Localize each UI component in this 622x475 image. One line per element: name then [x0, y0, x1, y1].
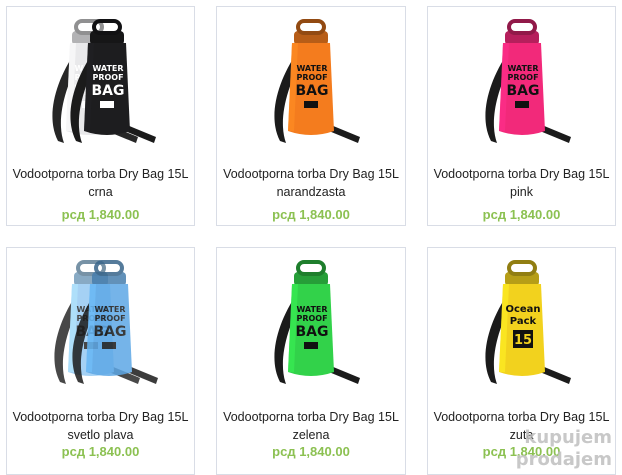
- bag-print-text: BAG: [296, 83, 329, 99]
- product-price: рсд 1,840.00: [482, 207, 561, 222]
- bag-illustration: OceanPack 15: [484, 260, 571, 384]
- product-card[interactable]: WATER PROOF BAG Vodootporna torba Dry Bag …: [427, 6, 616, 226]
- product-title-line: Vodootporna torba Dry Bag 15L: [223, 167, 399, 181]
- product-price: рсд 1,840.00: [272, 207, 350, 222]
- product-image[interactable]: WATER PROOF BAG: [217, 254, 405, 392]
- product-title[interactable]: Vodootporna torba Dry Bag 15L pink: [428, 165, 615, 201]
- bag-print-text: WATER: [92, 64, 123, 73]
- product-card[interactable]: WATERPROOFBAGWATERPROOFBAG Vodootporna t…: [6, 247, 195, 475]
- product-title[interactable]: Vodootporna torba Dry Bag 15L zelena: [217, 408, 405, 444]
- bag-print-text: BAG: [91, 83, 124, 99]
- product-color-label: zuta: [509, 428, 534, 442]
- product-card[interactable]: WATER PROOF BAG Vodootporna torba Dry Bag …: [216, 6, 406, 226]
- product-price: рсд 1,840.00: [482, 444, 561, 459]
- product-title[interactable]: Vodootporna torba Dry Bag 15L zuta: [428, 408, 615, 444]
- product-price: рсд 1,840.00: [61, 444, 140, 459]
- bag-print-box: [514, 101, 529, 108]
- product-title[interactable]: Vodootporna torba Dry Bag 15L svetlo pla…: [7, 408, 194, 444]
- bag-graphic: OceanPack 15: [484, 260, 571, 384]
- bag-illustration: WATERPROOFBAGWATERPROOFBAG: [53, 260, 158, 384]
- product-image[interactable]: Ocean Pack 15: [428, 254, 615, 392]
- product-card[interactable]: WATERPROOFBAGWATERPROOFBAG Vodootporna t…: [6, 6, 195, 226]
- product-title-line: Vodootporna torba Dry Bag 15L: [223, 410, 399, 424]
- product-price: рсд 1,840.00: [61, 207, 140, 222]
- product-title-line: Vodootporna torba Dry Bag 15L: [12, 167, 189, 181]
- product-title-line: Vodootporna torba Dry Bag 15L: [433, 167, 610, 181]
- bag-print-box: [99, 101, 114, 108]
- bag-print-box: [304, 342, 318, 349]
- bag-illustration: WATERPROOFBAGWATERPROOFBAG: [51, 19, 156, 143]
- bag-print-text: PROOF: [507, 73, 538, 82]
- bag-graphic: WATERPROOFBAG: [274, 260, 360, 384]
- bag-print-text: PROOF: [92, 73, 123, 82]
- bag-handle: [506, 260, 537, 276]
- product-title[interactable]: Vodootporna torba Dry Bag 15L narandzast…: [217, 165, 405, 201]
- bag-handle: [93, 260, 124, 276]
- product-card[interactable]: WATER PROOF BAG Vodootporna torba Dry Bag …: [216, 247, 406, 475]
- bag-print-text: WATER: [296, 64, 327, 73]
- bag-print-text: WATER: [296, 305, 327, 314]
- bag-illustration: WATERPROOFBAG: [274, 19, 360, 143]
- bag-print-text: Pack: [509, 316, 536, 327]
- product-image[interactable]: WATER PROOF BAG: [428, 13, 615, 151]
- bag-handle: [91, 19, 122, 35]
- product-card[interactable]: Ocean Pack 15 Vodootporna torba Dry Bag 15…: [427, 247, 616, 475]
- bag-print-text: PROOF: [296, 73, 327, 82]
- product-price: рсд 1,840.00: [272, 444, 350, 459]
- bag-print-text: BAG: [93, 324, 126, 340]
- bag-handle: [506, 19, 537, 35]
- bag-print-text: BAG: [296, 324, 329, 340]
- bag-handle: [296, 19, 326, 35]
- bag-print-text: WATER: [94, 305, 125, 314]
- bag-print-box: [101, 342, 116, 349]
- product-color-label: narandzasta: [276, 185, 346, 199]
- product-title-line: Vodootporna torba Dry Bag 15L: [12, 410, 189, 424]
- bag-illustration: WATERPROOFBAG: [274, 260, 360, 384]
- product-title-line: Vodootporna torba Dry Bag 15L: [433, 410, 610, 424]
- product-title[interactable]: Vodootporna torba Dry Bag 15L crna: [7, 165, 194, 201]
- bag-print-text: PROOF: [296, 314, 327, 323]
- bag-print-box: [304, 101, 318, 108]
- bag-print-text: PROOF: [94, 314, 125, 323]
- bag-handle: [296, 260, 326, 276]
- bag-print-text: Ocean: [505, 304, 540, 315]
- product-color-label: pink: [510, 185, 533, 199]
- bag-print-text: 15: [513, 333, 531, 348]
- product-image[interactable]: WATERPROOFBAGWATERPROOFBAG: [7, 13, 194, 151]
- product-image[interactable]: WATERPROOFBAGWATERPROOFBAG: [7, 254, 194, 392]
- bag-graphic: WATERPROOFBAG: [274, 19, 360, 143]
- bag-print-text: WATER: [507, 64, 538, 73]
- bag-graphic: WATERPROOFBAG: [484, 19, 571, 143]
- product-color-label: crna: [88, 185, 113, 199]
- product-color-label: svetlo plava: [67, 428, 134, 442]
- product-image[interactable]: WATER PROOF BAG: [217, 13, 405, 151]
- product-color-label: zelena: [292, 428, 330, 442]
- bag-illustration: WATERPROOFBAG: [484, 19, 571, 143]
- bag-print-text: BAG: [506, 83, 539, 99]
